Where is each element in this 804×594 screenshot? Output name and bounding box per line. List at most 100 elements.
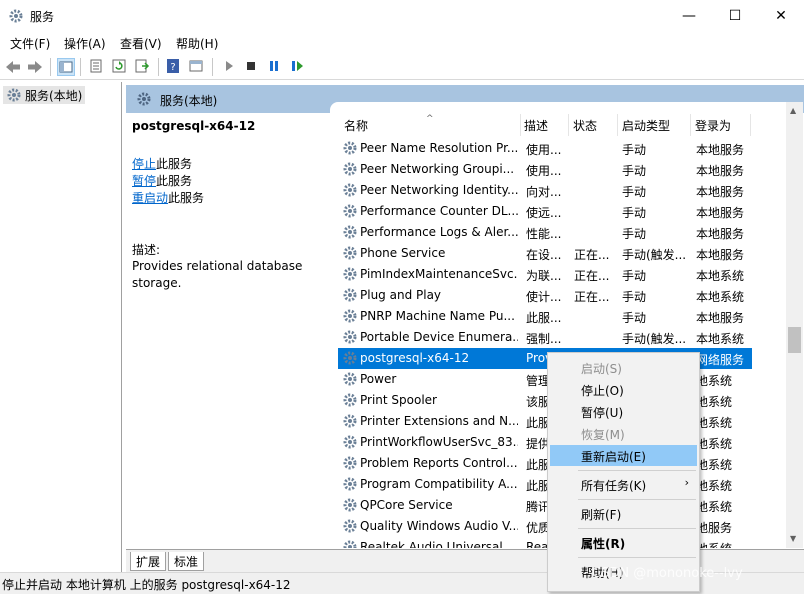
service-gear-icon: [342, 497, 358, 516]
action-pause: 暂停此服务: [132, 172, 192, 189]
pause-service-icon[interactable]: [266, 58, 284, 76]
menu-file[interactable]: 文件(F): [10, 35, 50, 52]
console-view-icon[interactable]: [188, 58, 206, 76]
show-hide-console-tree-icon[interactable]: [57, 58, 75, 76]
service-description: 使用...: [526, 164, 562, 178]
menu-separator: [578, 528, 696, 529]
menu-view[interactable]: 查看(V): [120, 35, 162, 52]
export-list-icon[interactable]: [134, 58, 152, 76]
close-button[interactable]: ✕: [758, 0, 804, 32]
service-description: 使用...: [526, 143, 562, 157]
tab-extended[interactable]: 扩展: [130, 552, 167, 571]
scroll-down-icon[interactable]: ▼: [790, 534, 796, 543]
menu-action[interactable]: 操作(A): [64, 35, 106, 52]
column-header-startup-type[interactable]: 启动类型: [622, 117, 670, 134]
scrollbar-thumb[interactable]: [788, 327, 801, 353]
menu-item-label: 停止(O): [581, 384, 624, 398]
service-row[interactable]: Performance Counter DL... 使远... 手动 本地服务: [338, 201, 752, 222]
service-gear-icon: [342, 140, 358, 159]
service-gear-icon: [342, 518, 358, 537]
services-gear-icon: [8, 8, 24, 24]
context-menu: 启动(S) 停止(O) 暂停(U) 恢复(M) 重新启动(E) 所有任务(K) › 刷新(F)…: [547, 352, 700, 592]
action-restart: 重启动此服务: [132, 189, 204, 206]
service-row[interactable]: Plug and Play 使计... 正在... 手动 本地系统: [338, 285, 752, 306]
service-gear-icon: [342, 329, 358, 348]
service-row[interactable]: Phone Service 在设... 正在... 手动(触发... 本地服务: [338, 243, 752, 264]
maximize-button[interactable]: ☐: [712, 0, 758, 32]
service-logon-as: 本地系统: [696, 269, 745, 283]
description-label: 描述:: [132, 243, 161, 257]
service-detail-panel: postgresql-x64-12 停止此服务 暂停此服务 重启动此服务 描述:…: [126, 113, 330, 549]
refresh-icon[interactable]: [111, 58, 129, 76]
properties-sheet-icon[interactable]: [88, 58, 106, 76]
service-row[interactable]: Portable Device Enumera... 强制... 手动(触发... 本…: [338, 327, 752, 348]
column-header-name[interactable]: 名称: [344, 117, 368, 134]
service-status: 正在...: [574, 248, 610, 262]
vertical-scrollbar[interactable]: ▲ ▼: [786, 102, 803, 548]
menu-item-resume: 恢复(M): [550, 423, 697, 444]
stop-service-link[interactable]: 停止: [132, 157, 156, 171]
service-logon-as: 地系统: [696, 458, 733, 472]
service-gear-icon: [342, 392, 358, 411]
menu-item-pause[interactable]: 暂停(U): [550, 401, 697, 422]
service-logon-as: 本地系统: [696, 290, 745, 304]
service-logon-as: 地系统: [696, 374, 733, 388]
service-logon-as: 地系统: [696, 395, 733, 409]
service-row[interactable]: Peer Name Resolution Pr... 使用... 手动 本地服务: [338, 138, 752, 159]
service-row[interactable]: PimIndexMaintenanceSvc... 为联... 正在... 手动 本地系…: [338, 264, 752, 285]
sort-ascending-icon: ^: [426, 114, 434, 124]
service-name: PNRP Machine Name Pu...: [360, 309, 515, 323]
service-description: 为联...: [526, 269, 562, 283]
service-logon-as: 地系统: [696, 416, 733, 430]
service-gear-icon: [342, 371, 358, 390]
window-title: 服务: [30, 10, 55, 24]
service-logon-as: 本地服务: [696, 185, 745, 199]
scroll-up-icon[interactable]: ▲: [790, 106, 796, 115]
back-arrow-icon[interactable]: [4, 58, 22, 76]
forward-arrow-icon[interactable]: [26, 58, 44, 76]
service-description: 向对...: [526, 185, 562, 199]
watermark: CSDN @mononoke--lvy: [592, 566, 743, 581]
menu-item-all-tasks[interactable]: 所有任务(K) ›: [550, 474, 697, 495]
service-startup-type: 手动: [622, 143, 647, 157]
column-header-logon-as[interactable]: 登录为: [695, 117, 731, 134]
service-row[interactable]: Performance Logs & Aler... 性能... 手动 本地服务: [338, 222, 752, 243]
menu-item-label: 重新启动(E): [581, 450, 646, 464]
menu-separator: [578, 557, 696, 558]
menu-item-restart[interactable]: 重新启动(E): [550, 445, 697, 466]
service-name: Power: [360, 372, 397, 386]
service-name: Realtek Audio Universal ...: [360, 540, 518, 548]
service-logon-as: 本地服务: [696, 206, 745, 220]
service-gear-icon: [342, 203, 358, 222]
service-name: Plug and Play: [360, 288, 442, 302]
menu-item-properties[interactable]: 属性(R): [550, 532, 697, 553]
start-service-icon[interactable]: [221, 58, 239, 76]
menu-item-label: 恢复(M): [581, 428, 625, 442]
service-gear-icon: [342, 266, 358, 285]
tree-item-services-local[interactable]: 服务(本地): [3, 86, 86, 104]
menu-help[interactable]: 帮助(H): [176, 35, 218, 52]
service-name: PrintWorkflowUserSvc_83...: [360, 435, 518, 449]
service-row[interactable]: Peer Networking Groupi... 使用... 手动 本地服务: [338, 159, 752, 180]
menu-item-refresh[interactable]: 刷新(F): [550, 503, 697, 524]
service-logon-as: 网络服务: [696, 353, 745, 367]
help-icon[interactable]: ?: [165, 58, 183, 76]
restart-service-link[interactable]: 重启动: [132, 191, 168, 205]
service-gear-icon: [342, 182, 358, 201]
service-row[interactable]: PNRP Machine Name Pu... 此服... 手动 本地服务: [338, 306, 752, 327]
service-startup-type: 手动: [622, 290, 647, 304]
menu-item-stop[interactable]: 停止(O): [550, 379, 697, 400]
tab-standard[interactable]: 标准: [168, 552, 205, 571]
column-header-description[interactable]: 描述: [524, 117, 548, 134]
column-header-status[interactable]: 状态: [573, 117, 597, 134]
service-logon-as: 地服务: [696, 521, 733, 535]
service-row[interactable]: Peer Networking Identity... 向对... 手动 本地服务: [338, 180, 752, 201]
stop-service-icon[interactable]: [243, 58, 261, 76]
menu-item-label: 启动(S): [581, 362, 622, 376]
pause-service-link[interactable]: 暂停: [132, 174, 156, 188]
menu-bar: 文件(F) 操作(A) 查看(V) 帮助(H): [0, 32, 804, 54]
service-logon-as: 本地服务: [696, 311, 745, 325]
minimize-button[interactable]: —: [666, 0, 712, 32]
action-suffix: 此服务: [168, 191, 205, 205]
restart-service-icon[interactable]: [289, 58, 307, 76]
